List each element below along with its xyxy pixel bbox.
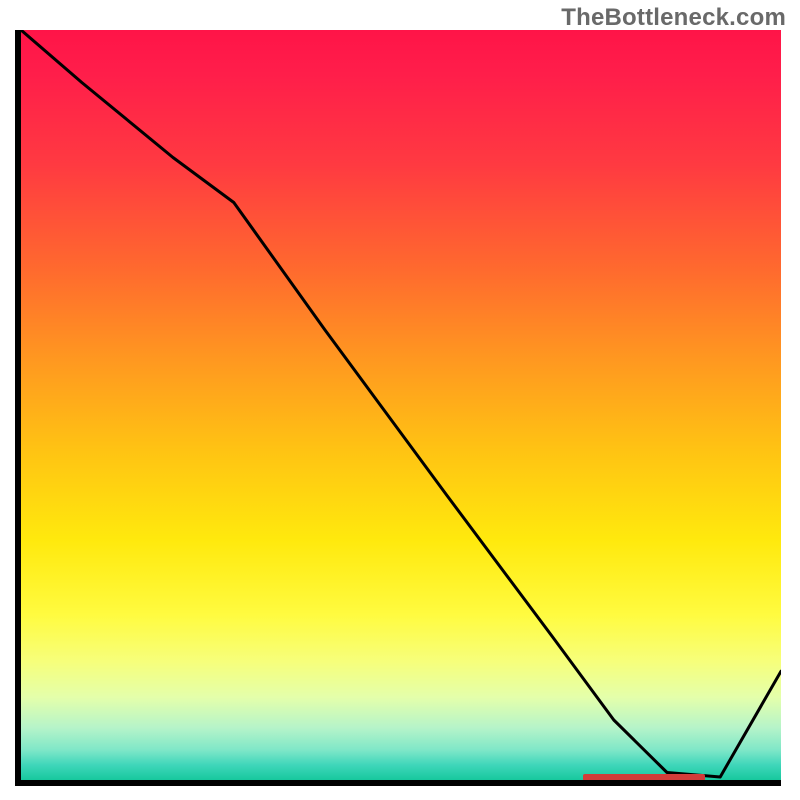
y-axis xyxy=(15,30,21,786)
watermark-text: TheBottleneck.com xyxy=(561,4,786,32)
background-gradient xyxy=(21,30,781,780)
plot-area xyxy=(21,30,781,780)
chart-container: TheBottleneck.com xyxy=(0,0,800,800)
x-axis xyxy=(21,780,781,786)
